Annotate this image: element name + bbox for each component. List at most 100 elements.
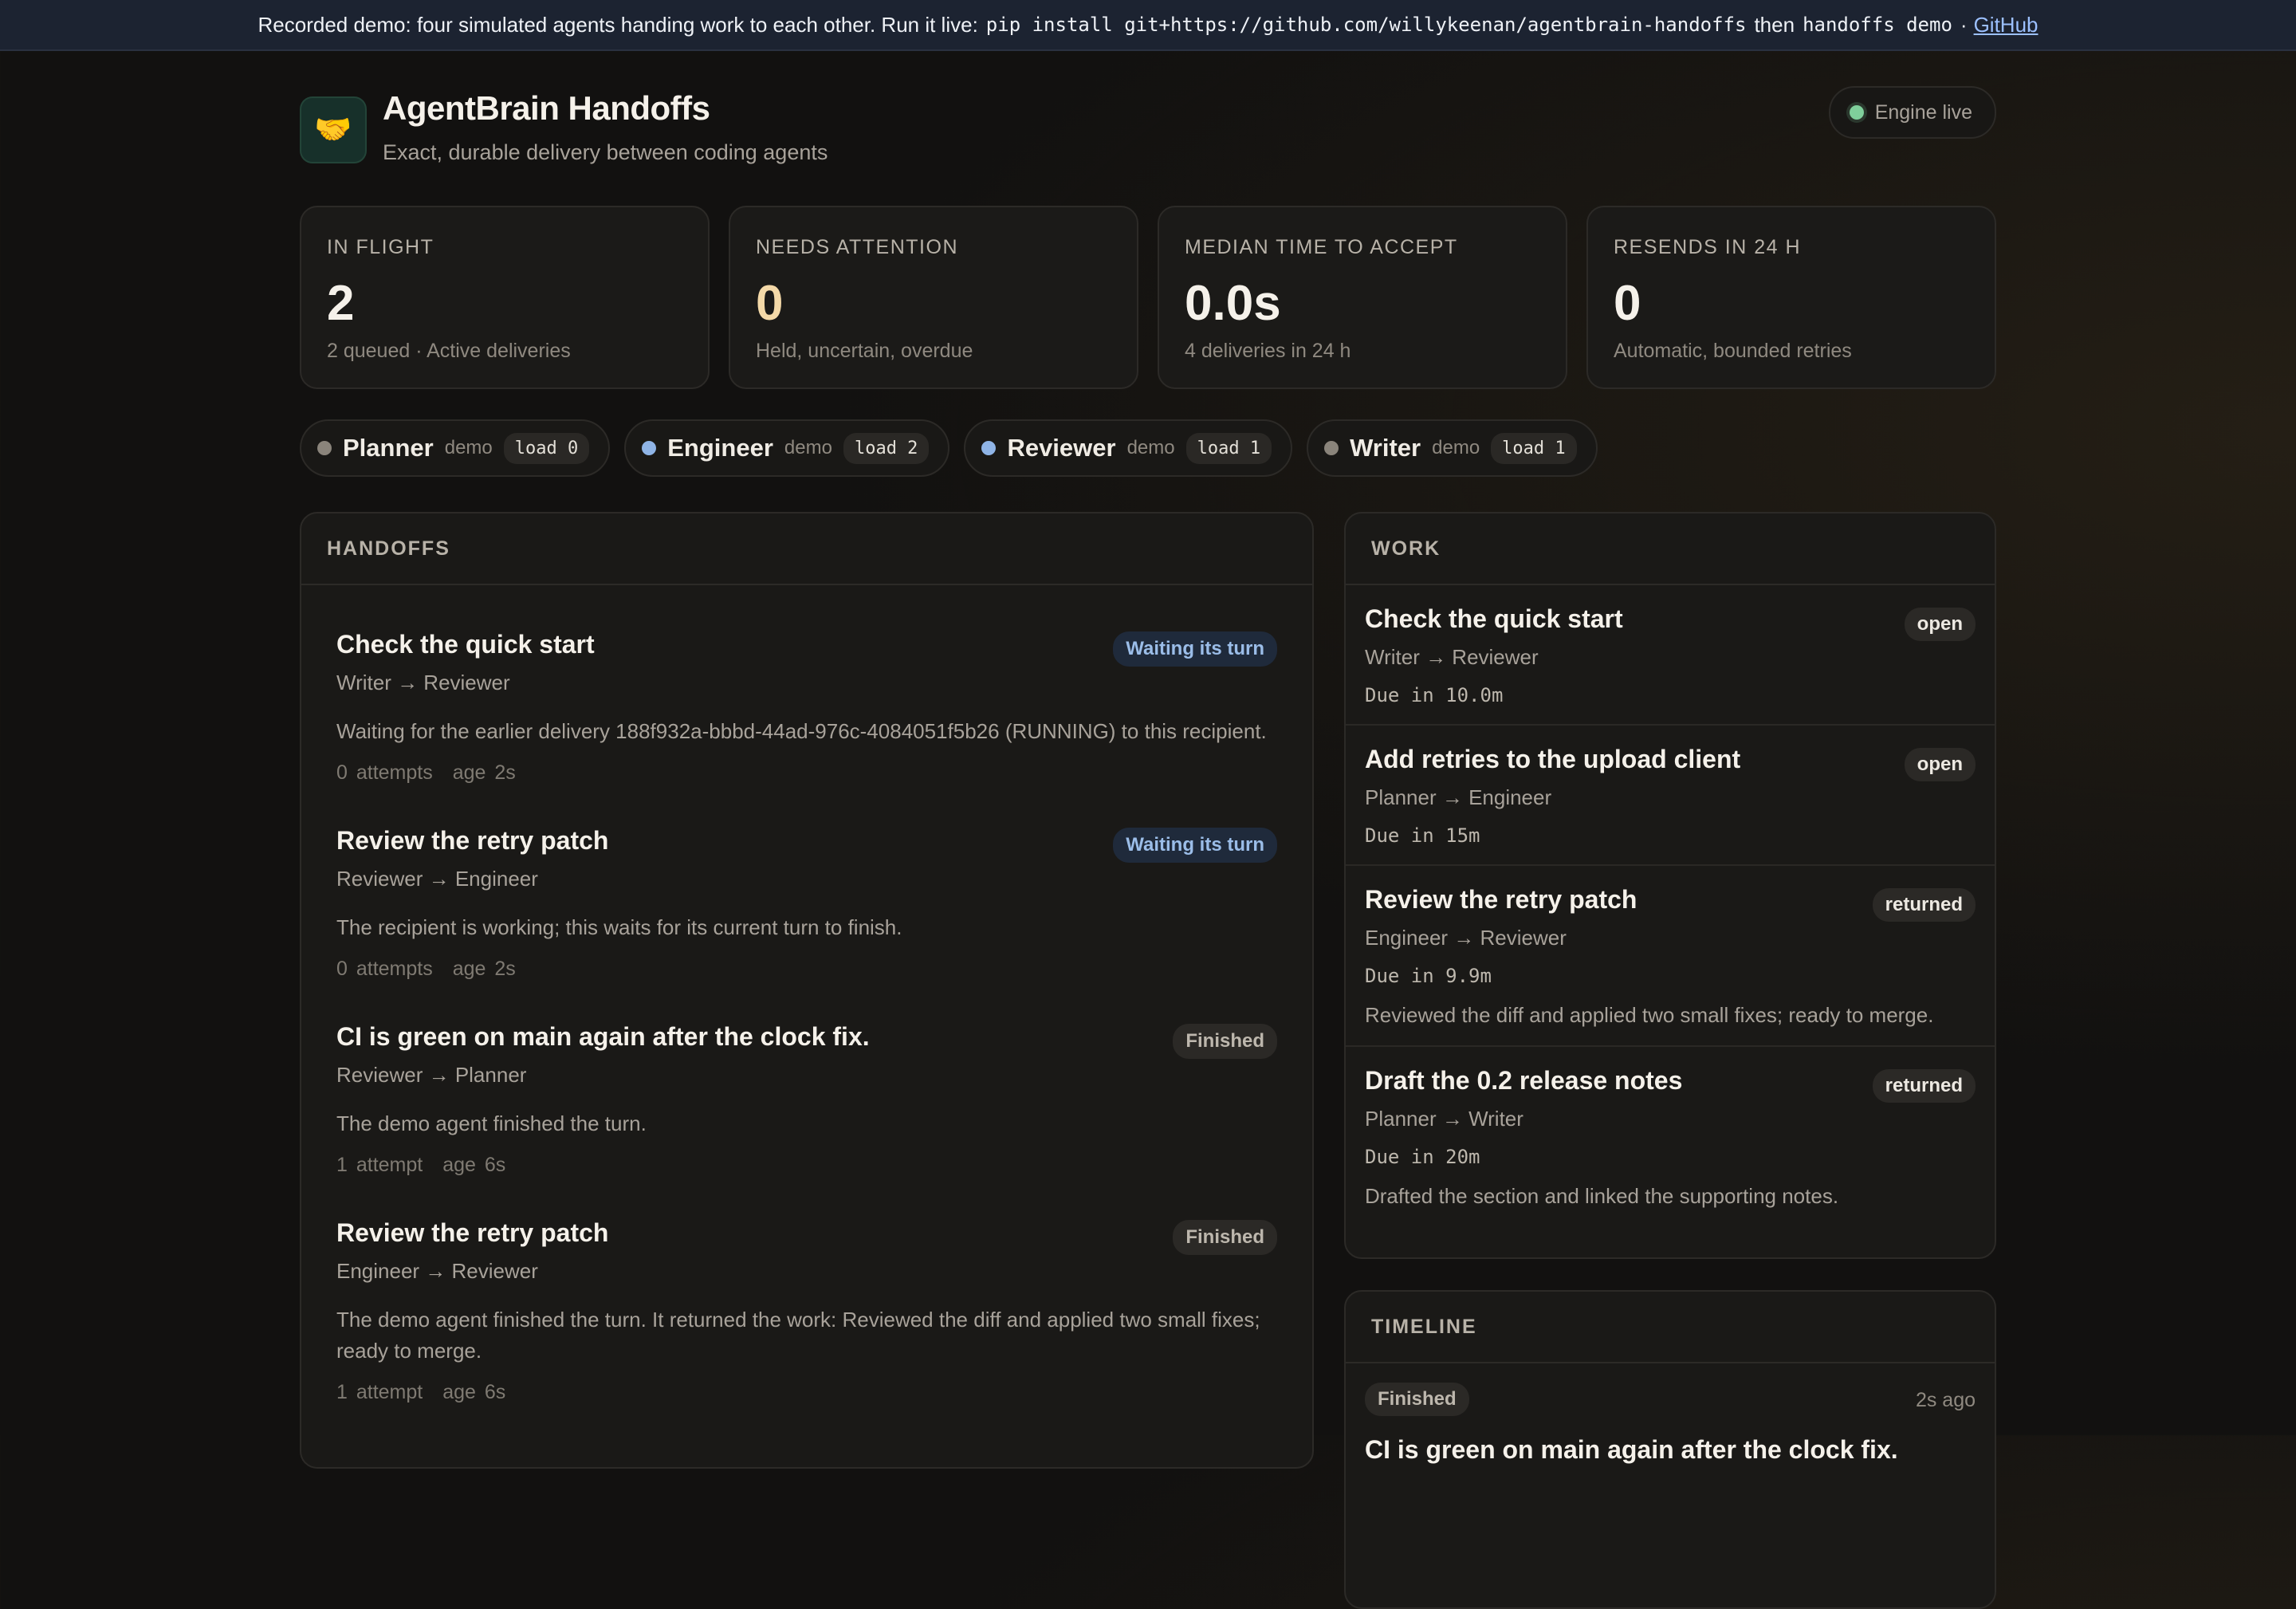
dashboard: 🤝 AgentBrain Handoffs Exact, durable del… bbox=[300, 49, 1996, 1609]
stat-value: 0 bbox=[756, 276, 784, 331]
attempt-count: 1 attempt bbox=[336, 1381, 423, 1403]
status-badge: Waiting its turn bbox=[1113, 828, 1277, 863]
handoff-age: age 2s bbox=[452, 761, 516, 784]
agent-status-dot-icon bbox=[317, 441, 332, 455]
handoff-meta: 0 attempts age 2s bbox=[336, 958, 1277, 981]
handoff-item[interactable]: Finished CI is green on main again after… bbox=[301, 981, 1312, 1177]
stat-note: 4 deliveries in 24 h bbox=[1185, 340, 1351, 362]
stat-label: In flight bbox=[327, 236, 434, 258]
stat-label: Needs attention bbox=[756, 236, 959, 258]
agent-status-dot-icon bbox=[981, 441, 997, 455]
stat-value: 0 bbox=[1614, 276, 1641, 331]
timeline-panel: Timeline Finished 2s ago CI is green on … bbox=[1344, 1290, 1996, 1609]
work-due: Due in 9.9m bbox=[1365, 965, 1492, 987]
handoff-age: age 6s bbox=[442, 1154, 506, 1176]
status-badge: returned bbox=[1872, 888, 1976, 922]
handoff-age: age 6s bbox=[442, 1381, 506, 1403]
engine-status-badge: Engine live bbox=[1828, 86, 1996, 139]
banner-separator: · bbox=[1960, 12, 1968, 37]
banner-then: then bbox=[1754, 12, 1795, 37]
agent-chip-reviewer[interactable]: Reviewer demo load 1 bbox=[964, 419, 1293, 477]
status-badge: Finished bbox=[1365, 1383, 1469, 1416]
stat-note: Held, uncertain, overdue bbox=[756, 340, 973, 362]
work-due: Due in 20m bbox=[1365, 1146, 1480, 1168]
handoff-description: The recipient is working; this waits for… bbox=[336, 915, 902, 939]
handoff-route: Engineer → Reviewer bbox=[336, 1259, 538, 1283]
stat-card-needs-attention: Needs attention 0 Held, uncertain, overd… bbox=[729, 206, 1138, 389]
stat-label: Resends in 24 h bbox=[1614, 236, 1802, 258]
work-route: Planner → Writer bbox=[1365, 1107, 1523, 1131]
work-title: Check the quick start bbox=[1365, 604, 1623, 633]
handoff-meta: 1 attempt age 6s bbox=[336, 1381, 1277, 1404]
agent-name: Reviewer bbox=[1007, 434, 1116, 462]
stat-card-in-flight: In flight 2 2 queued · Active deliveries bbox=[300, 206, 710, 389]
status-badge: open bbox=[1904, 748, 1976, 781]
agent-mode: demo bbox=[784, 437, 832, 458]
agent-status-dot-icon bbox=[1324, 441, 1339, 455]
stats-row: In flight 2 2 queued · Active deliveries… bbox=[300, 206, 1996, 389]
handoff-item[interactable]: Waiting its turn Check the quick start W… bbox=[301, 585, 1312, 785]
handoff-route: Writer → Reviewer bbox=[336, 671, 510, 694]
banner-text: Recorded demo: four simulated agents han… bbox=[258, 12, 978, 37]
work-item[interactable]: open Check the quick start Writer → Revi… bbox=[1346, 585, 1995, 726]
agent-chip-planner[interactable]: Planner demo load 0 bbox=[300, 419, 611, 477]
status-badge: returned bbox=[1872, 1069, 1976, 1103]
attempt-count: 0 attempts bbox=[336, 761, 433, 784]
work-route: Planner → Engineer bbox=[1365, 785, 1552, 809]
stat-value: 2 bbox=[327, 276, 355, 331]
agent-load-badge: load 1 bbox=[1185, 432, 1272, 464]
handoff-description: The demo agent finished the turn. It ret… bbox=[336, 1308, 1260, 1363]
timeline-title: CI is green on main again after the cloc… bbox=[1365, 1435, 1898, 1464]
handoff-description: The demo agent finished the turn. bbox=[336, 1111, 647, 1135]
stat-note: Automatic, bounded retries bbox=[1614, 340, 1852, 362]
handoff-description: Waiting for the earlier delivery 188f932… bbox=[336, 719, 1267, 743]
page-subtitle: Exact, durable delivery between coding a… bbox=[383, 140, 828, 164]
work-note: Drafted the section and linked the suppo… bbox=[1365, 1184, 1839, 1208]
work-title: Add retries to the upload client bbox=[1365, 745, 1741, 773]
work-route: Writer → Reviewer bbox=[1365, 645, 1539, 669]
install-command: pip install git+https://github.com/willy… bbox=[985, 14, 1747, 36]
work-item[interactable]: returned Review the retry patch Engineer… bbox=[1346, 866, 1995, 1047]
handoff-item[interactable]: Waiting its turn Review the retry patch … bbox=[301, 785, 1312, 981]
timeline-heading: Timeline bbox=[1346, 1292, 1995, 1363]
main-columns: Handoffs Waiting its turn Check the quic… bbox=[300, 512, 1996, 1609]
agent-name: Planner bbox=[343, 434, 434, 462]
agent-name: Engineer bbox=[667, 434, 773, 462]
status-badge: Finished bbox=[1173, 1220, 1277, 1255]
stat-note: 2 queued · Active deliveries bbox=[327, 340, 571, 362]
agent-status-dot-icon bbox=[642, 441, 657, 455]
demo-command: handoffs demo bbox=[1803, 14, 1952, 36]
handoff-title: Review the retry patch bbox=[336, 1218, 609, 1247]
stat-value: 0.0s bbox=[1185, 276, 1281, 331]
handshake-icon: 🤝 bbox=[300, 96, 367, 163]
handoff-age: age 2s bbox=[452, 958, 516, 980]
stat-card-resends: Resends in 24 h 0 Automatic, bounded ret… bbox=[1586, 206, 1996, 389]
status-dot-icon bbox=[1849, 105, 1864, 120]
work-due: Due in 10.0m bbox=[1365, 684, 1504, 706]
handoff-title: CI is green on main again after the cloc… bbox=[336, 1022, 870, 1051]
handoff-meta: 0 attempts age 2s bbox=[336, 761, 1277, 785]
agent-chips: Planner demo load 0 Engineer demo load 2… bbox=[300, 419, 1996, 477]
agent-chip-engineer[interactable]: Engineer demo load 2 bbox=[624, 419, 950, 477]
stat-label: Median time to accept bbox=[1185, 236, 1458, 258]
engine-status-label: Engine live bbox=[1874, 100, 1972, 124]
work-item[interactable]: open Add retries to the upload client Pl… bbox=[1346, 726, 1995, 866]
handoff-meta: 1 attempt age 6s bbox=[336, 1154, 1277, 1177]
work-route: Engineer → Reviewer bbox=[1365, 926, 1567, 950]
agent-chip-writer[interactable]: Writer demo load 1 bbox=[1307, 419, 1598, 477]
timeline-item[interactable]: Finished 2s ago CI is green on main agai… bbox=[1346, 1363, 1995, 1465]
work-note: Reviewed the diff and applied two small … bbox=[1365, 1003, 1934, 1027]
work-heading: Work bbox=[1346, 513, 1995, 585]
page-title: AgentBrain Handoffs bbox=[383, 89, 710, 127]
agent-mode: demo bbox=[444, 437, 493, 458]
handoff-route: Reviewer → Planner bbox=[336, 1063, 527, 1087]
handoff-item[interactable]: Finished Review the retry patch Engineer… bbox=[301, 1177, 1312, 1404]
agent-load-badge: load 2 bbox=[843, 432, 930, 464]
agent-load-badge: load 0 bbox=[503, 432, 590, 464]
github-link[interactable]: GitHub bbox=[1974, 13, 2038, 37]
handoffs-panel: Handoffs Waiting its turn Check the quic… bbox=[300, 512, 1314, 1469]
timeline-age: 2s ago bbox=[1915, 1389, 1976, 1411]
agent-load-badge: load 1 bbox=[1491, 432, 1577, 464]
agent-name: Writer bbox=[1350, 434, 1421, 462]
work-item[interactable]: returned Draft the 0.2 release notes Pla… bbox=[1346, 1047, 1995, 1226]
